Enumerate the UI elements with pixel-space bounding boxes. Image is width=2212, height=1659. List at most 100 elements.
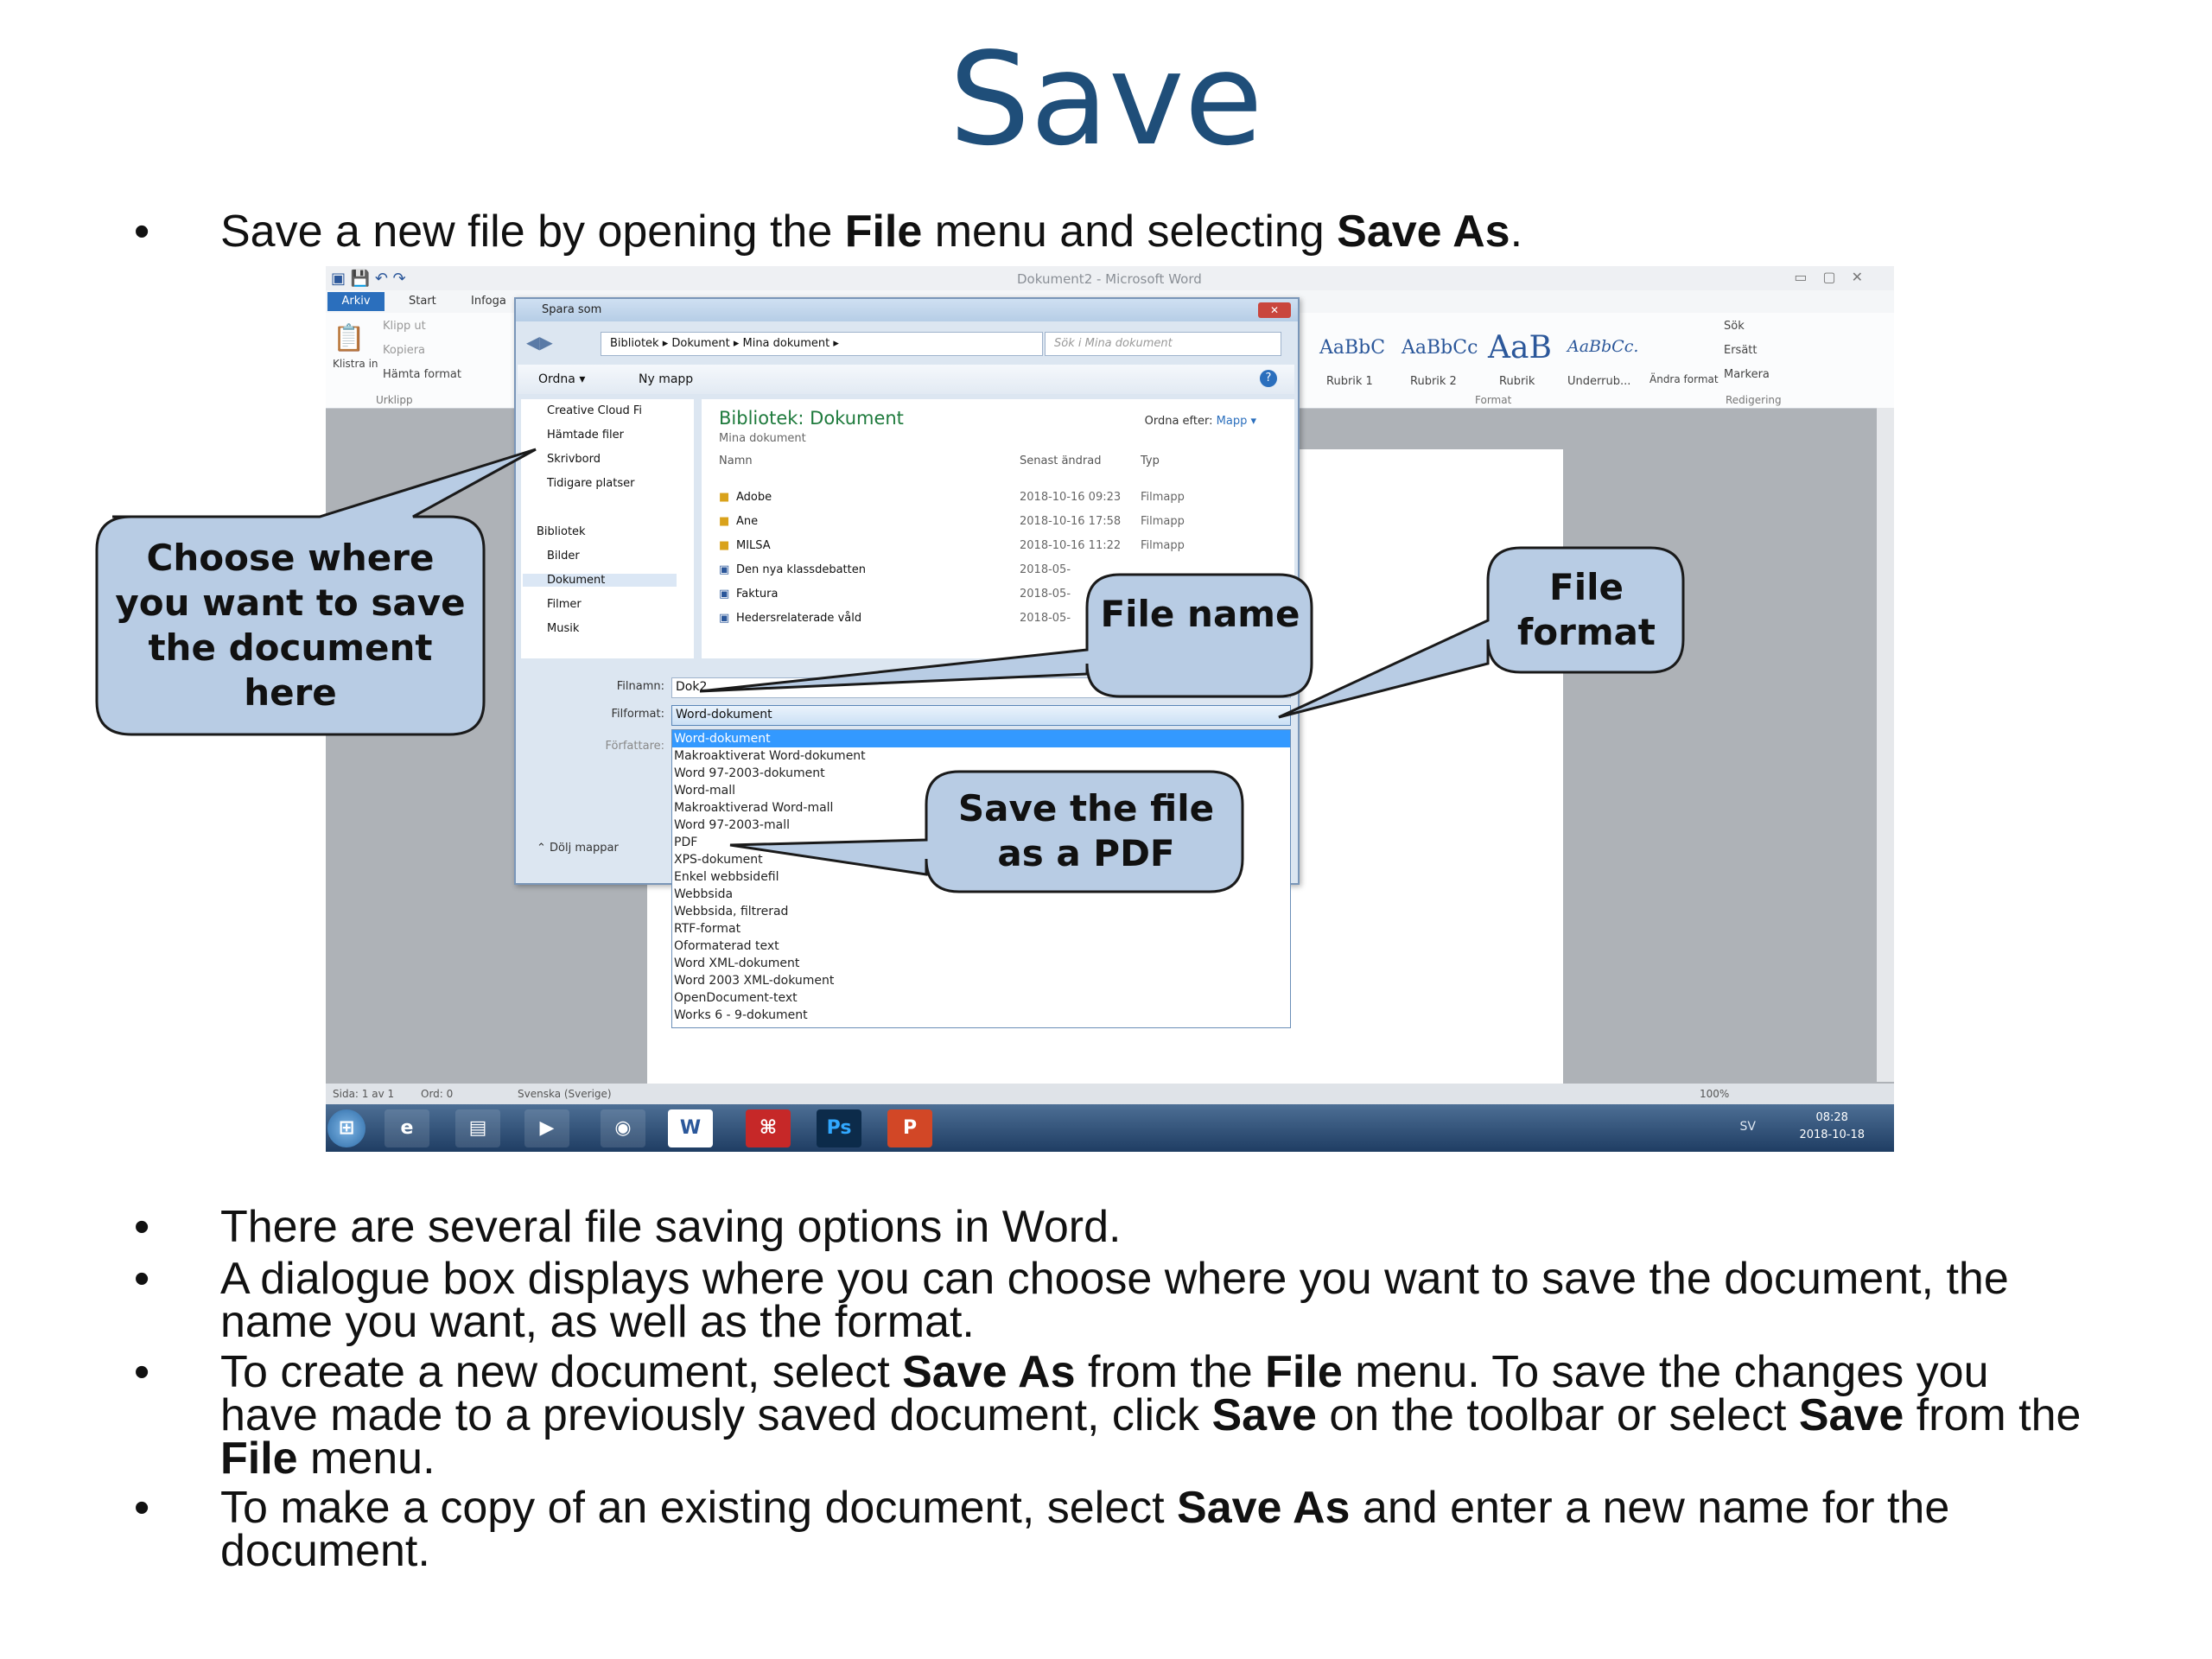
arrange-label: Ordna efter: <box>1144 415 1213 428</box>
nav-item[interactable]: Creative Cloud Fi <box>547 404 642 417</box>
photoshop-icon[interactable]: Ps <box>817 1109 861 1147</box>
text-bold: Save <box>1211 1390 1317 1440</box>
style-sample[interactable]: AaBbC <box>1319 337 1385 359</box>
clock-date: 2018-10-18 <box>1799 1128 1865 1141</box>
address-bar[interactable]: Bibliotek ▸ Dokument ▸ Mina dokument ▸ <box>601 332 1043 356</box>
format-option[interactable]: Enkel webbsidefil <box>672 868 1290 886</box>
nav-item[interactable]: Bilder <box>547 550 580 563</box>
search-placeholder: Sök i Mina dokument <box>1054 337 1173 350</box>
quick-access-toolbar[interactable]: ▣ 💾 ↶ ↷ <box>331 270 406 288</box>
format-option[interactable]: Word 2003 XML-dokument <box>672 972 1290 989</box>
word-doc-icon: ▣ <box>719 563 730 576</box>
column-modified[interactable]: Senast ändrad <box>1020 454 1101 467</box>
style-name: Rubrik 1 <box>1326 375 1373 388</box>
format-option[interactable]: Word 97-2003-dokument <box>672 765 1290 782</box>
tray-clock[interactable]: 08:28 2018-10-18 <box>1799 1109 1865 1144</box>
nav-item[interactable]: Skrivbord <box>547 453 601 466</box>
text: A dialogue box displays where you can ch… <box>220 1254 2009 1347</box>
file-row[interactable]: ▣ Hedersrelaterade våld 2018-05- <box>702 607 1272 631</box>
format-option[interactable]: Webbsida <box>672 886 1290 903</box>
replace-button[interactable]: Ersätt <box>1724 344 1758 357</box>
tab-start[interactable]: Start <box>409 295 436 308</box>
file-row[interactable]: ■ MILSA 2018-10-16 11:22 Filmapp <box>702 534 1272 558</box>
acrobat-icon[interactable]: ⌘ <box>746 1109 791 1147</box>
style-sample[interactable]: AaB <box>1488 330 1552 365</box>
style-name: Rubrik <box>1499 375 1535 388</box>
column-name[interactable]: Namn <box>719 454 753 467</box>
copy-button[interactable]: Kopiera <box>383 344 425 357</box>
close-icon[interactable]: ✕ <box>1258 302 1291 318</box>
filename-label: Filnamn: <box>616 680 664 693</box>
format-option[interactable]: Word XML-dokument <box>672 955 1290 972</box>
change-styles-button[interactable]: Ändra format <box>1649 373 1719 385</box>
format-option[interactable]: Word-mall <box>672 782 1290 799</box>
format-option[interactable]: Works 6 - 9-dokument <box>672 1007 1290 1024</box>
format-option[interactable]: Makroaktiverad Word-mall <box>672 799 1290 817</box>
powerpoint-icon[interactable]: P <box>887 1109 932 1147</box>
find-button[interactable]: Sök <box>1724 320 1745 333</box>
file-explorer-icon[interactable]: ▤ <box>455 1109 500 1147</box>
nav-item[interactable]: Tidigare platser <box>547 477 634 490</box>
tab-infoga[interactable]: Infoga <box>471 295 506 308</box>
tray-language[interactable]: SV <box>1740 1120 1756 1134</box>
format-option[interactable]: RTF-format <box>672 920 1290 938</box>
nav-item[interactable]: Bibliotek <box>537 525 586 538</box>
style-sample[interactable]: AaBbCc <box>1402 337 1478 359</box>
nav-item[interactable]: Hämtade filer <box>547 429 624 442</box>
internet-explorer-icon[interactable]: e <box>385 1109 429 1147</box>
paste-icon[interactable]: 📋 <box>333 323 365 353</box>
format-option[interactable]: Word 97-2003-mall <box>672 817 1290 834</box>
format-select[interactable]: Word-dokument <box>671 705 1291 726</box>
cut-button[interactable]: Klipp ut <box>383 320 426 333</box>
arrange-value[interactable]: Mapp ▾ <box>1217 415 1256 428</box>
zoom-level[interactable]: 100% <box>1700 1088 1729 1100</box>
library-subtitle: Mina dokument <box>719 432 806 445</box>
window-controls[interactable]: ▭▢✕ <box>1794 269 1878 285</box>
column-type[interactable]: Typ <box>1141 454 1160 467</box>
word-icon[interactable]: W <box>668 1109 713 1147</box>
file-row[interactable]: ▣ Faktura 2018-05- <box>702 582 1272 607</box>
text: . <box>1510 207 1523 257</box>
dialog-toolbar: Ordna ▾ Ny mapp ? <box>518 365 1294 394</box>
style-name: Underrub... <box>1567 375 1631 388</box>
word-doc-icon: ▣ <box>719 612 730 625</box>
nav-item-selected[interactable]: Dokument <box>523 574 677 587</box>
folder-icon: ■ <box>719 515 730 528</box>
file-row[interactable]: ▣ Den nya klassdebatten 2018-05- <box>702 558 1272 582</box>
text: Save a new file by opening the <box>220 207 845 257</box>
format-option[interactable]: Webbsida, filtrerad <box>672 903 1290 920</box>
language-status[interactable]: Svenska (Sverige) <box>518 1088 612 1100</box>
filename-input[interactable]: Dok2 <box>671 677 1291 698</box>
hide-folders-button[interactable]: ⌃ Dölj mappar <box>537 842 619 855</box>
file-row[interactable]: ■ Adobe 2018-10-16 09:23 Filmapp <box>702 486 1272 510</box>
search-input[interactable]: Sök i Mina dokument <box>1045 332 1281 356</box>
help-icon[interactable]: ? <box>1260 370 1277 387</box>
media-player-icon[interactable]: ▶ <box>524 1109 569 1147</box>
vertical-scrollbar[interactable] <box>1877 408 1894 1082</box>
organize-button[interactable]: Ordna ▾ <box>538 372 585 386</box>
new-folder-button[interactable]: Ny mapp <box>639 372 693 386</box>
word-screenshot: ▣ 💾 ↶ ↷ Dokument2 - Microsoft Word ▭▢✕ A… <box>326 266 1894 1152</box>
nav-item[interactable]: Musik <box>547 622 579 635</box>
format-option[interactable]: OpenDocument-text <box>672 989 1290 1007</box>
file-row[interactable]: ■ Ane 2018-10-16 17:58 Filmapp <box>702 510 1272 534</box>
bullet-marker: • <box>134 1254 150 1304</box>
select-button[interactable]: Markera <box>1724 368 1770 381</box>
format-painter-button[interactable]: Hämta format <box>383 368 461 381</box>
format-option[interactable]: Oformaterad text <box>672 938 1290 955</box>
format-option[interactable]: XPS-dokument <box>672 851 1290 868</box>
format-option[interactable]: Word-dokument <box>672 730 1290 747</box>
back-forward-icon[interactable]: ◀▶ <box>526 332 553 353</box>
format-value: Word-dokument <box>676 708 772 721</box>
nav-item[interactable]: Filmer <box>547 598 582 611</box>
paste-label[interactable]: Klistra in <box>333 358 378 370</box>
style-sample[interactable]: AaBbCc. <box>1567 337 1638 356</box>
tab-arkiv[interactable]: Arkiv <box>327 292 385 311</box>
group-styles: Format <box>1475 394 1512 406</box>
word-titlebar: ▣ 💾 ↶ ↷ Dokument2 - Microsoft Word ▭▢✕ <box>326 266 1894 290</box>
chrome-icon[interactable]: ◉ <box>601 1109 645 1147</box>
format-option-pdf[interactable]: PDF <box>672 834 1290 851</box>
format-option[interactable]: Makroaktiverat Word-dokument <box>672 747 1290 765</box>
arrange-by[interactable]: Ordna efter: Mapp ▾ <box>1145 415 1256 428</box>
start-button-icon[interactable]: ⊞ <box>327 1109 365 1147</box>
